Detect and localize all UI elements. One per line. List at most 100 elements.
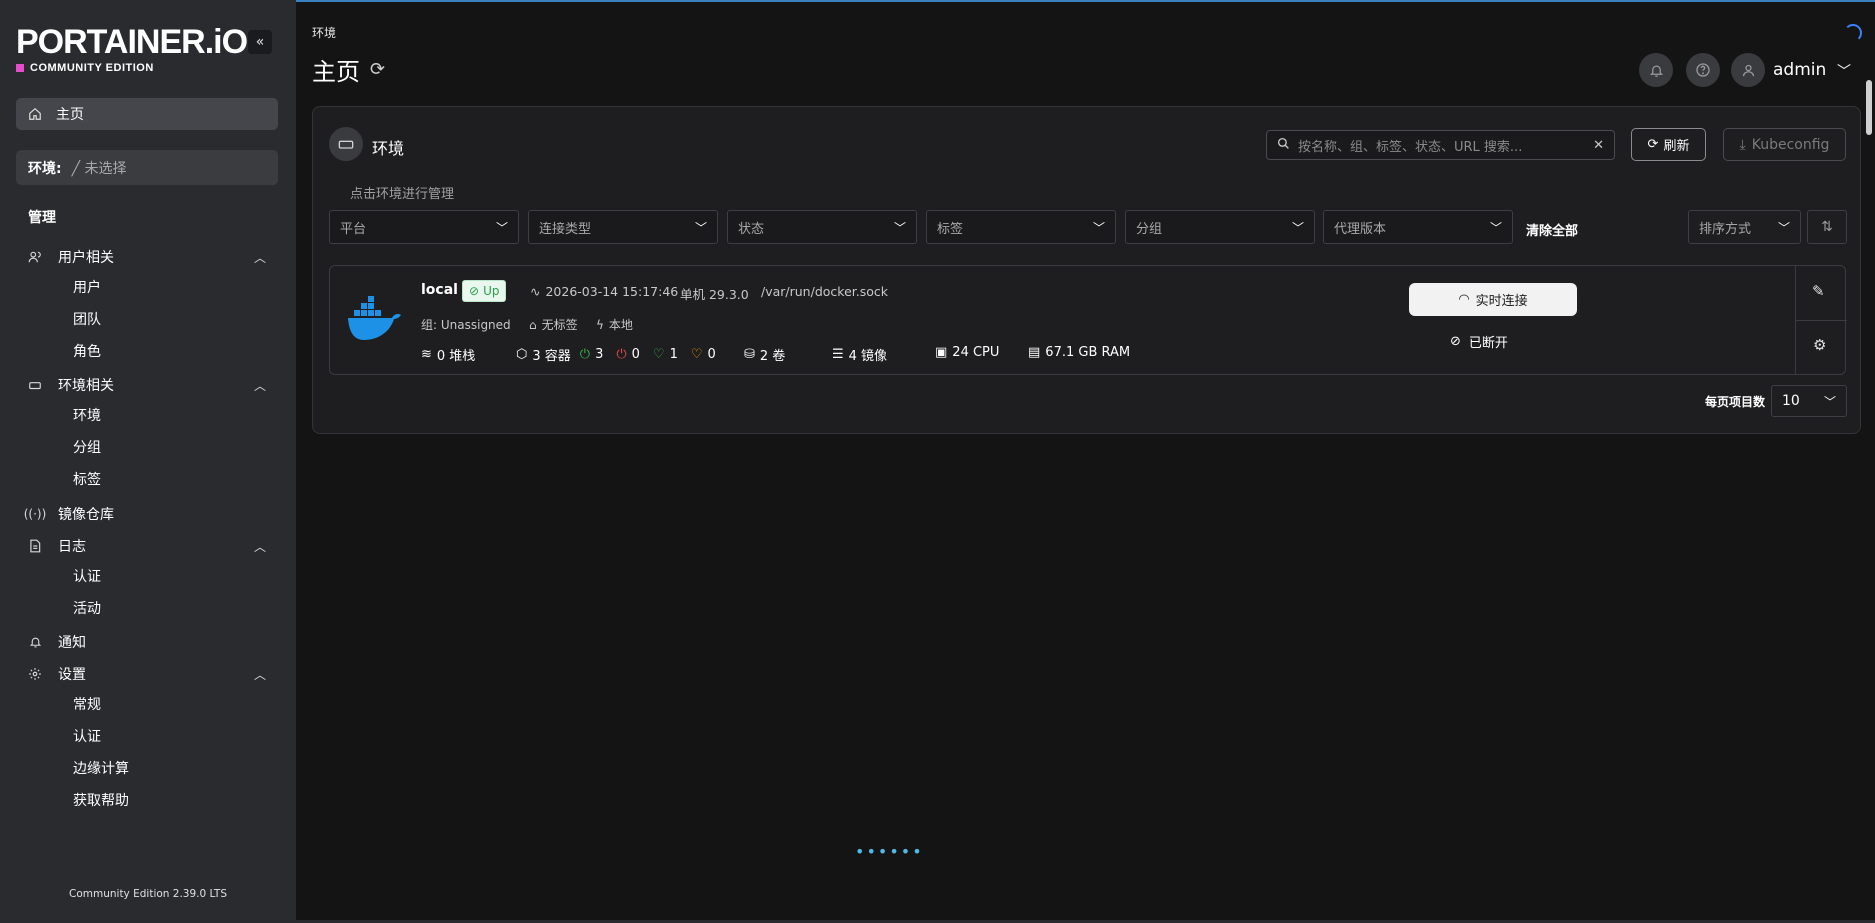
chevron-down-icon[interactable]: ﹀	[1837, 61, 1851, 81]
page-scrollbar[interactable]	[1866, 80, 1872, 135]
unhealthy-count: 0	[707, 347, 716, 362]
sidebar-item-activity-logs[interactable]: 活动	[73, 598, 101, 618]
cpu-count: ▣ 24 CPU	[935, 345, 999, 360]
filter-tags[interactable]: 标签 ﹀	[926, 210, 1116, 244]
card-divider	[1795, 320, 1847, 321]
gear-icon[interactable]: ⚙	[1813, 336, 1826, 354]
sidebar-item-general[interactable]: 常规	[73, 694, 101, 714]
search-input[interactable]: 按名称、组、标签、状态、URL 搜索... ✕	[1266, 130, 1615, 160]
sidebar-item-tags[interactable]: 标签	[73, 469, 101, 489]
sidebar-group-settings[interactable]: 设置 ︿	[26, 662, 266, 686]
sidebar-item-auth-logs[interactable]: 认证	[73, 566, 101, 586]
server-icon	[329, 127, 363, 161]
sidebar-group-environments[interactable]: 环境相关 ︿	[26, 373, 266, 397]
environment-card[interactable]: local ⊘ Up ∿ 2026-03-14 15:17:46 单机 29.3…	[329, 265, 1847, 375]
heartbeat-time: ∿ 2026-03-14 15:17:46	[530, 284, 678, 299]
per-page-label: 每页项目数	[1705, 395, 1766, 409]
refresh-icon: ⟳	[1647, 137, 1659, 152]
sidebar-item-notifications[interactable]: 通知	[26, 630, 266, 654]
sidebar: PORTAINER.iO COMMUNITY EDITION « 主页 环境: …	[0, 0, 296, 923]
chevron-down-icon: ﹀	[1092, 220, 1105, 235]
chevron-down-icon: ﹀	[1291, 220, 1304, 235]
chevron-down-icon: ﹀	[1777, 220, 1790, 235]
edition-text: COMMUNITY EDITION	[30, 62, 154, 74]
filter-agent-version[interactable]: 代理版本 ﹀	[1323, 210, 1513, 244]
environment-group: 组: Unassigned	[421, 318, 511, 332]
disconnected-label: 已断开	[1468, 336, 1508, 351]
chevron-down-icon: ﹀	[495, 220, 508, 235]
sidebar-item-environments[interactable]: 环境	[73, 405, 101, 425]
live-connect-button[interactable]: ◠ 实时连接	[1409, 283, 1577, 316]
heart-broken-icon: ♡	[690, 347, 703, 362]
ram-amount: ▤ 67.1 GB RAM	[1028, 345, 1130, 360]
notifications-button[interactable]	[1639, 53, 1673, 87]
refresh-icon[interactable]: ⟳	[370, 59, 385, 80]
close-icon[interactable]: ✕	[1593, 138, 1604, 153]
environment-name: local	[421, 282, 458, 298]
filter-status[interactable]: 状态 ﹀	[727, 210, 917, 244]
logo-text: PORTAINER.iO	[16, 23, 248, 61]
sort-direction-button[interactable]: ⇅	[1807, 210, 1847, 244]
user-name[interactable]: admin	[1773, 60, 1826, 80]
sidebar-item-notifications-label: 通知	[58, 635, 86, 651]
env-selector-value: ╱ 未选择	[71, 160, 127, 177]
bell-icon	[26, 635, 44, 649]
chevron-up-icon: ︿	[253, 250, 266, 265]
sidebar-item-teams[interactable]: 团队	[73, 309, 101, 329]
section-admin: 管理	[28, 210, 56, 226]
sidebar-item-users[interactable]: 用户	[73, 277, 101, 297]
edition-square-icon	[16, 64, 24, 72]
box-icon: ⬡	[516, 347, 528, 362]
heartbeat-icon: ∿	[530, 284, 541, 299]
filter-connection-type[interactable]: 连接类型 ﹀	[528, 210, 718, 244]
environment-location: ϟ 本地	[596, 316, 633, 333]
memory-icon: ▤	[1028, 345, 1041, 360]
stopped-count: 0	[631, 347, 640, 362]
chevron-down-icon: ﹀	[893, 220, 906, 235]
edit-icon[interactable]: ✎	[1812, 282, 1825, 300]
per-page-select[interactable]: 10 ﹀	[1771, 385, 1847, 417]
environment-tags-value: 无标签	[541, 318, 578, 332]
version-footer: Community Edition 2.39.0 LTS	[69, 888, 227, 900]
portainer-logo[interactable]: PORTAINER.iO COMMUNITY EDITION	[16, 23, 248, 74]
refresh-button[interactable]: ⟳ 刷新	[1631, 128, 1706, 161]
clear-all-filters-button[interactable]: 清除全部	[1526, 220, 1578, 239]
sidebar-item-get-help[interactable]: 获取帮助	[73, 790, 129, 810]
zap-icon: ϟ	[596, 317, 604, 332]
filter-label: 连接类型	[539, 221, 592, 237]
sidebar-item-registries[interactable]: ((·)) 镜像仓库	[24, 502, 266, 526]
sort-arrows-icon: ⇅	[1821, 219, 1833, 235]
gear-icon	[26, 667, 44, 681]
collapse-sidebar-button[interactable]: «	[248, 30, 272, 54]
sidebar-item-home[interactable]: 主页	[16, 98, 278, 130]
filter-platform[interactable]: 平台 ﹀	[329, 210, 519, 244]
power-icon: ⏻	[579, 347, 591, 362]
ram-amount-value: 67.1 GB RAM	[1045, 345, 1131, 360]
sidebar-item-edge-compute[interactable]: 边缘计算	[73, 758, 129, 778]
sidebar-item-auth-settings[interactable]: 认证	[73, 726, 101, 746]
env-selector-label: 环境:	[28, 160, 62, 177]
environment-selector[interactable]: 环境: ╱ 未选择	[16, 150, 278, 185]
sort-select[interactable]: 排序方式 ﹀	[1688, 210, 1801, 244]
chevron-down-icon: ﹀	[1823, 394, 1836, 409]
home-icon	[29, 107, 41, 120]
filter-label: 代理版本	[1334, 221, 1387, 237]
layers-icon: ≋	[421, 347, 432, 362]
cpu-count-value: 24 CPU	[952, 345, 1000, 360]
disconnected-status: ⊘ 已断开	[1450, 332, 1508, 351]
user-avatar[interactable]	[1731, 53, 1765, 87]
help-button[interactable]	[1686, 53, 1720, 87]
sidebar-item-groups[interactable]: 分组	[73, 437, 101, 457]
sidebar-group-logs[interactable]: 日志 ︿	[26, 534, 266, 558]
loading-dots: ••••••	[855, 842, 924, 861]
sidebar-group-users[interactable]: 用户相关 ︿	[26, 245, 266, 269]
sidebar-item-roles[interactable]: 角色	[73, 341, 101, 361]
filter-groups[interactable]: 分组 ﹀	[1125, 210, 1315, 244]
kubeconfig-button[interactable]: ⤓ Kubeconfig	[1723, 128, 1846, 161]
help-icon	[1696, 63, 1710, 77]
sidebar-group-logs-label: 日志	[58, 539, 86, 555]
images-count: ☰ 4 镜像	[832, 345, 887, 364]
cpu-icon: ▣	[935, 345, 948, 360]
breadcrumb: 环境	[312, 26, 337, 40]
socket-path: /var/run/docker.sock	[761, 284, 888, 299]
